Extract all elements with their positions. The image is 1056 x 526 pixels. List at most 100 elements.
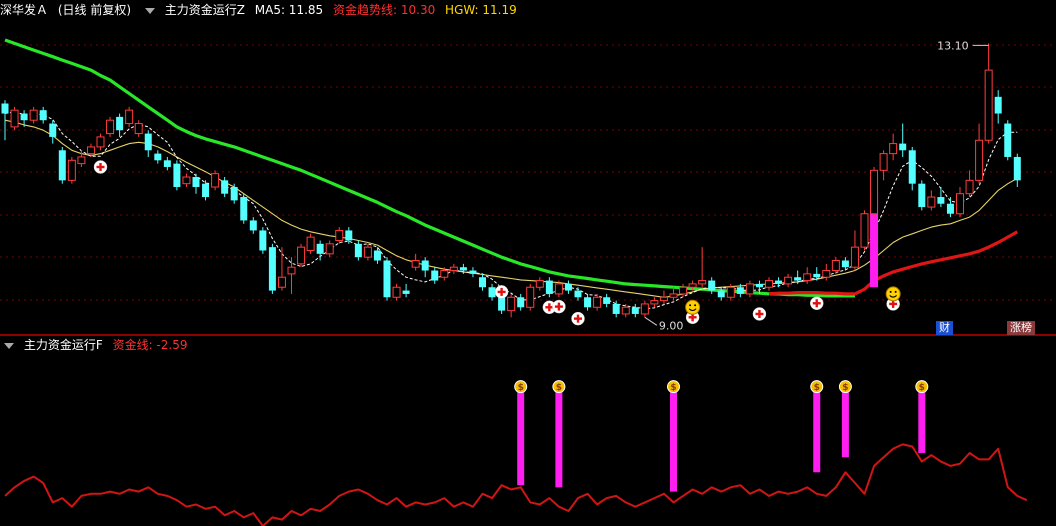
candle-up <box>831 260 840 272</box>
candle-up <box>765 280 773 288</box>
trend-red-line <box>768 230 1019 296</box>
candle-up <box>363 246 372 258</box>
candle-up <box>965 179 974 195</box>
candle-up <box>593 296 602 308</box>
indicator-name[interactable]: 主力资金运行Z <box>165 3 245 17</box>
candle-down <box>173 163 181 188</box>
candle-down <box>736 287 744 294</box>
candle-down <box>717 290 725 298</box>
candle-up <box>182 176 191 185</box>
smiley-icon <box>894 290 897 293</box>
candle-down <box>268 247 276 291</box>
ma-green-line <box>4 38 855 298</box>
money-signal-bar <box>918 390 926 453</box>
candle-down <box>249 220 257 231</box>
candle-up <box>77 156 86 165</box>
candle-up <box>335 229 344 241</box>
ma-yellow-line <box>4 119 1018 298</box>
money-line <box>4 443 1028 526</box>
candle-down <box>154 153 162 161</box>
smiley-icon <box>685 299 701 315</box>
candle-up <box>306 236 315 251</box>
smiley-icon <box>689 304 692 307</box>
candle-up <box>67 159 76 181</box>
candle-up <box>10 109 19 128</box>
candle-up <box>640 303 649 315</box>
candle-down <box>794 277 802 281</box>
candle-down <box>431 270 439 281</box>
money-signal-bar <box>670 390 677 492</box>
candle-up <box>889 143 898 155</box>
candle-up <box>507 296 516 312</box>
candle-down <box>918 183 926 208</box>
candle-down <box>221 180 229 194</box>
candle-down <box>899 143 907 151</box>
money-bag-icon: $ <box>518 383 524 393</box>
money-bag-icon: $ <box>842 383 848 393</box>
candle-down <box>488 287 496 298</box>
smiley-icon <box>889 290 892 293</box>
plus-signal-icon <box>576 314 580 323</box>
stock-name[interactable]: 深华发Ａ <box>0 3 48 17</box>
trend-value: 资金趋势线: 10.30 <box>333 3 436 17</box>
money-bag-icon: $ <box>670 383 676 393</box>
candle-up <box>526 286 535 308</box>
candle-up <box>134 123 143 135</box>
plus-signal-icon <box>758 309 761 318</box>
low-price-label: 9.00 <box>659 319 684 332</box>
candle-up <box>870 169 879 215</box>
candle-down <box>545 280 553 294</box>
candle-down <box>316 243 324 254</box>
plus-signal-icon <box>557 302 561 311</box>
candle-up <box>86 146 95 155</box>
candle-down <box>58 150 66 181</box>
candle-down <box>946 203 954 214</box>
sub-indicator-name[interactable]: 主力资金运行F <box>24 338 103 352</box>
candle-down <box>116 116 124 131</box>
candle-down <box>1004 123 1012 157</box>
candle-down <box>994 96 1002 114</box>
plus-signal-icon <box>815 299 818 308</box>
candle-down <box>383 260 391 298</box>
money-bag-icon: $ <box>556 383 562 393</box>
candle-up <box>879 153 888 171</box>
candle-down <box>459 267 467 271</box>
candle-down <box>354 243 362 258</box>
smiley-icon <box>885 286 901 302</box>
candle-down <box>612 303 620 314</box>
candle-down <box>20 113 28 121</box>
candle-up <box>287 266 296 275</box>
period-label[interactable]: (日线 前复权) <box>58 3 131 17</box>
money-bag-icon: $ <box>814 383 820 393</box>
candle-down <box>755 283 763 288</box>
candle-down <box>1013 156 1021 181</box>
main-panel-header: 深华发Ａ (日线 前复权) 主力资金运行Z MA5: 11.85 资金趋势线: … <box>0 0 523 20</box>
candle-down <box>373 250 381 261</box>
candle-up <box>29 109 38 121</box>
plus-signal-icon <box>500 287 503 296</box>
indicator-dropdown-icon[interactable] <box>144 7 155 14</box>
candle-down <box>230 187 238 201</box>
candle-down <box>192 177 200 188</box>
ranking-badge[interactable]: 涨榜 <box>1007 321 1035 335</box>
candle-up <box>277 276 286 288</box>
high-price-label: 13.10 <box>937 39 969 52</box>
candle-up <box>392 286 401 298</box>
money-bag-icon: $ <box>919 383 925 393</box>
plus-signal-icon <box>99 162 102 171</box>
candle-down <box>937 197 945 204</box>
sub-panel-header: 主力资金运行F 资金线: -2.59 <box>0 335 193 355</box>
money-signal-bar <box>841 390 849 458</box>
candle-up <box>440 270 449 278</box>
candle-up <box>726 286 735 298</box>
candle-down <box>574 290 582 298</box>
finance-badge[interactable]: 财 <box>936 321 953 335</box>
candle-down <box>841 260 849 268</box>
candle-down <box>603 297 611 304</box>
sub-indicator-dropdown-icon[interactable] <box>4 342 14 349</box>
candle-up <box>688 283 697 288</box>
candle-down <box>498 297 506 311</box>
candle-down <box>144 133 152 151</box>
candle-down <box>259 230 267 251</box>
candle-up <box>822 270 831 278</box>
